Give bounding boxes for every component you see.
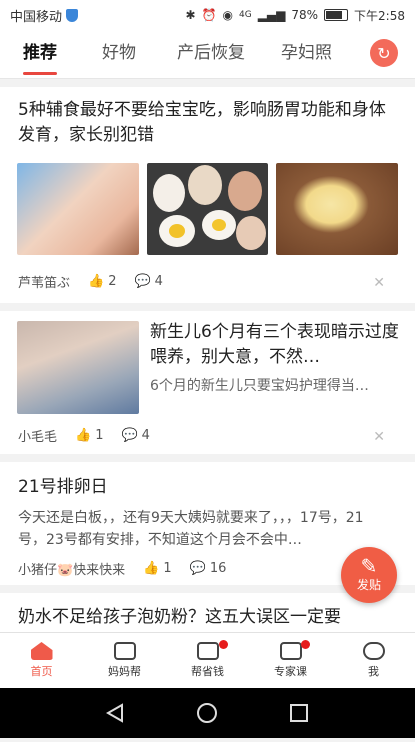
recents-icon bbox=[290, 704, 308, 722]
dismiss-icon[interactable]: ✕ bbox=[373, 429, 385, 445]
like-icon[interactable]: 👍 bbox=[143, 561, 159, 576]
author-name[interactable]: 小毛毛 bbox=[18, 426, 57, 445]
article-title[interactable]: 新生儿6个月有三个表现暗示过度喂养，别大意，不然… bbox=[150, 320, 400, 370]
battery-percent: 78% bbox=[291, 8, 319, 22]
back-icon bbox=[105, 703, 123, 723]
article-meta: 芦苇笛ぶ 👍 2 💬 4 bbox=[18, 272, 167, 291]
article-summary: 6个月的新生儿只要宝妈护理得当… bbox=[150, 378, 369, 394]
nav-label: 我 bbox=[368, 665, 379, 678]
nav-label: 专家课 bbox=[274, 665, 307, 678]
nav-save-money[interactable]: 帮省钱 bbox=[166, 633, 249, 689]
chat-bubble-icon bbox=[113, 642, 136, 660]
article-image-baby-feeding[interactable] bbox=[17, 163, 139, 255]
comment-icon[interactable]: 💬 bbox=[121, 428, 137, 443]
like-count: 1 bbox=[163, 561, 172, 576]
home-circle-icon bbox=[197, 703, 217, 723]
alarm-icon: ⏰ bbox=[201, 8, 217, 22]
notification-badge bbox=[301, 640, 310, 649]
comment-count: 4 bbox=[154, 274, 163, 289]
clock: 下午2:58 bbox=[354, 8, 405, 23]
refresh-icon: ↻ bbox=[377, 43, 391, 63]
system-nav-icons bbox=[105, 703, 308, 723]
nav-label: 妈妈帮 bbox=[108, 665, 141, 678]
shopping-bag-icon bbox=[196, 642, 219, 660]
article-image-baby-crawling[interactable] bbox=[17, 321, 139, 414]
tab-postpartum[interactable]: 产后恢复 bbox=[177, 30, 245, 78]
article-card[interactable]: 奶水不足给孩子泡奶粉？这五大误区一定要 bbox=[0, 593, 415, 632]
home-icon bbox=[30, 642, 53, 660]
like-count: 2 bbox=[108, 274, 117, 289]
eye-icon: ◉ bbox=[222, 8, 233, 22]
security-shield-icon bbox=[66, 8, 79, 22]
comment-count: 16 bbox=[209, 561, 227, 576]
nav-expert-course[interactable]: 专家课 bbox=[249, 633, 332, 689]
carrier-label: 中国移动 bbox=[10, 9, 63, 25]
fab-label: 发贴 bbox=[356, 578, 381, 592]
nav-label: 首页 bbox=[30, 665, 53, 678]
refresh-button[interactable]: ↻ bbox=[370, 39, 398, 67]
system-nav-bar bbox=[0, 688, 415, 738]
tab-maternity-photo[interactable]: 孕妇照 bbox=[281, 30, 332, 78]
article-image-eggs[interactable] bbox=[147, 163, 268, 255]
profile-icon bbox=[362, 642, 385, 660]
author-name[interactable]: 小猪仔🐷快来快来 bbox=[18, 559, 125, 578]
comment-icon[interactable]: 💬 bbox=[190, 561, 206, 576]
article-title[interactable]: 奶水不足给孩子泡奶粉？这五大误区一定要 bbox=[18, 605, 398, 630]
post-meta: 小猪仔🐷快来快来 👍 1 💬 16 bbox=[18, 559, 230, 578]
signal-icon: ▂▄▆ bbox=[257, 8, 286, 22]
dismiss-icon[interactable]: ✕ bbox=[373, 275, 385, 291]
comment-icon[interactable]: 💬 bbox=[134, 274, 150, 289]
post-title[interactable]: 21号排卵日 bbox=[18, 475, 108, 500]
category-tabs: 推荐 好物 产后恢复 孕妇照 bbox=[0, 30, 415, 79]
article-title[interactable]: 5种辅食最好不要给宝宝吃，影响肠胃功能和身体发育，家长别犯错 bbox=[18, 98, 396, 148]
article-card[interactable]: 新生儿6个月有三个表现暗示过度喂养，别大意，不然… 6个月的新生儿只要宝妈护理得… bbox=[0, 311, 415, 454]
book-icon bbox=[279, 642, 302, 660]
nav-mom-group[interactable]: 妈妈帮 bbox=[83, 633, 166, 689]
status-bar: 中国移动 ✱ ⏰ ◉ 4G ▂▄▆ 78% 下午2:58 bbox=[0, 0, 415, 30]
eggs-illustration bbox=[153, 165, 266, 250]
network-type: 4G bbox=[238, 10, 252, 20]
nav-label: 帮省钱 bbox=[191, 665, 224, 678]
feather-icon: ✎ bbox=[360, 554, 378, 578]
article-image-soy-milk[interactable] bbox=[276, 163, 398, 255]
like-icon[interactable]: 👍 bbox=[88, 274, 104, 289]
nav-me[interactable]: 我 bbox=[332, 633, 415, 689]
comment-count: 4 bbox=[141, 428, 150, 443]
notification-badge bbox=[219, 640, 228, 649]
nav-home[interactable]: 首页 bbox=[0, 633, 83, 689]
battery-icon bbox=[324, 9, 349, 21]
author-name[interactable]: 芦苇笛ぶ bbox=[18, 272, 70, 291]
tab-recommend[interactable]: 推荐 bbox=[23, 30, 57, 78]
post-fab-button[interactable]: ✎ 发贴 bbox=[341, 547, 397, 603]
post-summary: 今天还是白板，，还有9天大姨妈就要来了，，，17号，21号，23号都有安排，不知… bbox=[18, 510, 364, 548]
article-card[interactable]: 5种辅食最好不要给宝宝吃，影响肠胃功能和身体发育，家长别犯错 芦苇笛ぶ 👍 2 💬… bbox=[0, 87, 415, 303]
bottom-nav: 首页 妈妈帮 帮省钱 专家课 我 bbox=[0, 632, 415, 689]
article-meta: 小毛毛 👍 1 💬 4 bbox=[18, 426, 154, 445]
like-count: 1 bbox=[95, 428, 104, 443]
like-icon[interactable]: 👍 bbox=[75, 428, 91, 443]
tab-goods[interactable]: 好物 bbox=[102, 30, 136, 78]
bluetooth-icon: ✱ bbox=[185, 8, 196, 22]
